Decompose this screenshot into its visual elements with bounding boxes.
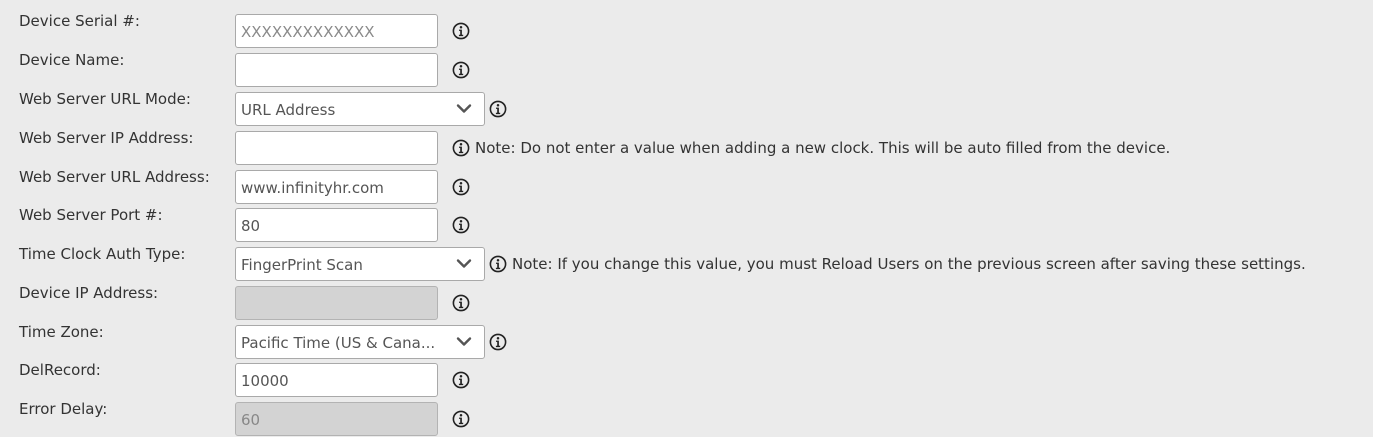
form-row-time-zone: Time Zone: Pacific Time (US & Cana...: [0, 323, 1373, 359]
form-row-device-ip: Device IP Address:: [0, 284, 1373, 320]
server-ip-input[interactable]: [235, 131, 438, 165]
device-ip-input: [235, 286, 438, 320]
form-row-error-delay: Error Delay: 60: [0, 400, 1373, 436]
info-icon[interactable]: [452, 294, 470, 312]
auth-type-select[interactable]: FingerPrint Scan: [235, 247, 485, 281]
form-row-del-record: DelRecord: 10000: [0, 361, 1373, 397]
info-icon[interactable]: [489, 255, 507, 273]
form-row-url-address: Web Server URL Address: www.infinityhr.c…: [0, 168, 1373, 204]
info-icon[interactable]: [452, 61, 470, 79]
device-serial-value: XXXXXXXXXXXXX: [241, 23, 375, 41]
info-icon[interactable]: [452, 371, 470, 389]
url-address-input[interactable]: www.infinityhr.com: [235, 170, 438, 204]
chevron-down-icon: [456, 337, 472, 346]
device-settings-form: Device Serial #: XXXXXXXXXXXXX Device Na…: [0, 0, 1373, 436]
time-zone-value: Pacific Time (US & Cana...: [241, 334, 436, 352]
auth-type-note: Note: If you change this value, you must…: [512, 255, 1306, 273]
info-icon[interactable]: [452, 178, 470, 196]
url-address-value: www.infinityhr.com: [241, 179, 384, 197]
info-icon[interactable]: [489, 100, 507, 118]
info-icon[interactable]: [452, 139, 470, 157]
url-mode-value: URL Address: [241, 101, 336, 119]
auth-type-label: Time Clock Auth Type:: [19, 245, 186, 263]
form-row-device-name: Device Name:: [0, 51, 1373, 87]
url-mode-label: Web Server URL Mode:: [19, 90, 191, 108]
info-icon[interactable]: [452, 410, 470, 428]
del-record-label: DelRecord:: [19, 361, 101, 379]
server-ip-label: Web Server IP Address:: [19, 129, 194, 147]
url-mode-select[interactable]: URL Address: [235, 92, 485, 126]
del-record-value: 10000: [241, 372, 289, 390]
error-delay-input: 60: [235, 402, 438, 436]
device-serial-input[interactable]: XXXXXXXXXXXXX: [235, 14, 438, 48]
server-port-input[interactable]: 80: [235, 208, 438, 242]
form-row-device-serial: Device Serial #: XXXXXXXXXXXXX: [0, 12, 1373, 48]
error-delay-value: 60: [241, 411, 261, 429]
auth-type-value: FingerPrint Scan: [241, 256, 363, 274]
info-icon[interactable]: [452, 216, 470, 234]
error-delay-label: Error Delay:: [19, 400, 108, 418]
device-name-input[interactable]: [235, 53, 438, 87]
chevron-down-icon: [456, 259, 472, 268]
url-address-label: Web Server URL Address:: [19, 168, 210, 186]
device-ip-label: Device IP Address:: [19, 284, 159, 302]
form-row-server-ip: Web Server IP Address: Note: Do not ente…: [0, 129, 1373, 165]
form-row-auth-type: Time Clock Auth Type: FingerPrint Scan N…: [0, 245, 1373, 281]
chevron-down-icon: [456, 104, 472, 113]
device-name-label: Device Name:: [19, 51, 125, 69]
server-port-value: 80: [241, 217, 261, 235]
device-serial-label: Device Serial #:: [19, 12, 140, 30]
del-record-input[interactable]: 10000: [235, 363, 438, 397]
server-port-label: Web Server Port #:: [19, 206, 163, 224]
form-row-url-mode: Web Server URL Mode: URL Address: [0, 90, 1373, 126]
server-ip-note: Note: Do not enter a value when adding a…: [475, 139, 1171, 157]
time-zone-select[interactable]: Pacific Time (US & Cana...: [235, 325, 485, 359]
info-icon[interactable]: [489, 333, 507, 351]
form-row-server-port: Web Server Port #: 80: [0, 206, 1373, 242]
info-icon[interactable]: [452, 22, 470, 40]
time-zone-label: Time Zone:: [19, 323, 104, 341]
